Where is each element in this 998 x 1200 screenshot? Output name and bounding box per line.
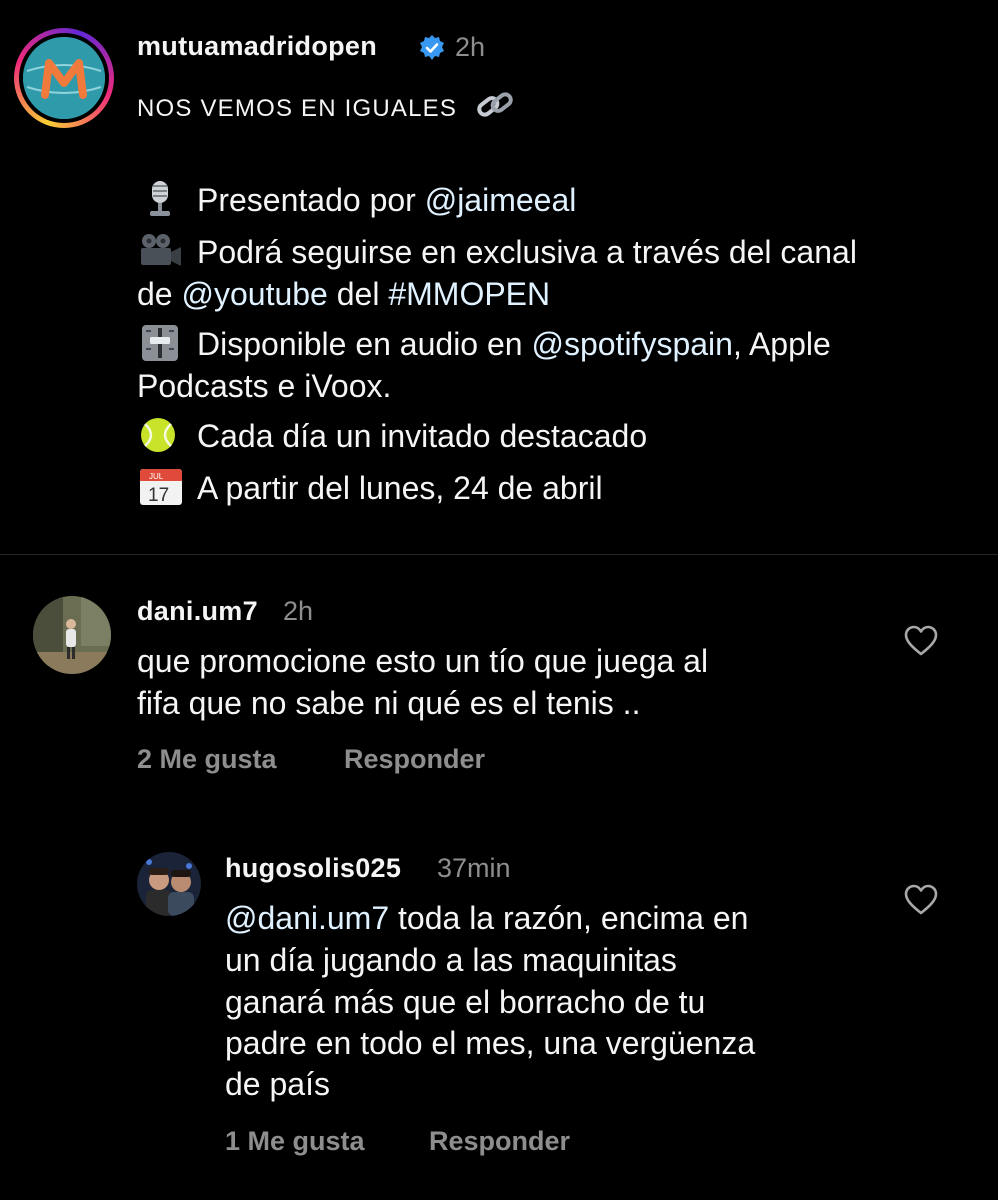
comment-time: 37min: [437, 853, 511, 883]
comment-text-line: fifa que no sabe ni qué es el tenis ..: [137, 685, 641, 721]
comment-text-line: ganará más que el borracho de tu: [225, 984, 706, 1020]
post-line-presenter: Presentado por @jaimeeal: [137, 178, 576, 222]
tennis-ball-icon: [137, 417, 183, 453]
comment-text-line: que promocione esto un tío que juega al: [137, 643, 709, 679]
post-time: 2h: [455, 32, 486, 62]
post-line-youtube-b: de @youtube del #MMOPEN: [137, 276, 551, 312]
heart-icon[interactable]: [904, 625, 938, 657]
likes-count[interactable]: 2 Me gusta: [137, 744, 277, 775]
post-line-audio-a: Disponible en audio en @spotifyspain, Ap…: [137, 322, 831, 366]
mention-youtube[interactable]: @youtube: [181, 276, 327, 312]
post-line-guest: Cada día un invitado destacado: [137, 414, 647, 458]
post-avatar[interactable]: [14, 28, 114, 128]
verified-badge-icon: [418, 34, 446, 62]
link-icon: [475, 88, 515, 129]
comment-text-line: un día jugando a las maquinitas: [225, 942, 677, 978]
movie-camera-icon: [137, 233, 183, 269]
post-line-audio-b: Podcasts e iVoox.: [137, 368, 392, 404]
mention-spotifyspain[interactable]: @spotifyspain: [531, 326, 732, 362]
post-line-date: JUL 17 A partir del lunes, 24 de abril: [137, 466, 603, 510]
comment-avatar-hugo[interactable]: [137, 852, 201, 916]
level-slider-icon: [137, 325, 183, 361]
microphone-icon: [137, 181, 183, 217]
mutua-madrid-open-logo: [23, 37, 105, 119]
svg-text:JUL: JUL: [149, 472, 164, 481]
reply-button[interactable]: Responder: [344, 744, 485, 775]
svg-text:17: 17: [148, 485, 169, 505]
comment-username[interactable]: dani.um7: [137, 596, 258, 627]
heart-icon[interactable]: [904, 884, 938, 916]
post-username[interactable]: mutuamadridopen: [137, 31, 377, 62]
comment-text-line: @dani.um7 toda la razón, encima en: [225, 900, 749, 936]
comment-text-line: de país: [225, 1066, 330, 1102]
reply-button[interactable]: Responder: [429, 1126, 570, 1157]
hashtag-mmopen[interactable]: #MMOPEN: [388, 276, 550, 312]
post-line-youtube-a: Podrá seguirse en exclusiva a través del…: [137, 230, 857, 274]
mention-dani[interactable]: @dani.um7: [225, 900, 389, 936]
calendar-icon: JUL 17: [137, 469, 183, 505]
post-headline: NOS VEMOS EN IGUALES: [137, 88, 515, 129]
comment-username[interactable]: hugosolis025: [225, 853, 401, 884]
comment-text-line: padre en todo el mes, una vergüenza: [225, 1025, 756, 1061]
likes-count[interactable]: 1 Me gusta: [225, 1126, 365, 1157]
divider: [0, 554, 998, 555]
comment-time: 2h: [283, 596, 314, 626]
comment-avatar-dani[interactable]: [33, 596, 111, 674]
mention-jaimeeal[interactable]: @jaimeeal: [425, 182, 577, 218]
